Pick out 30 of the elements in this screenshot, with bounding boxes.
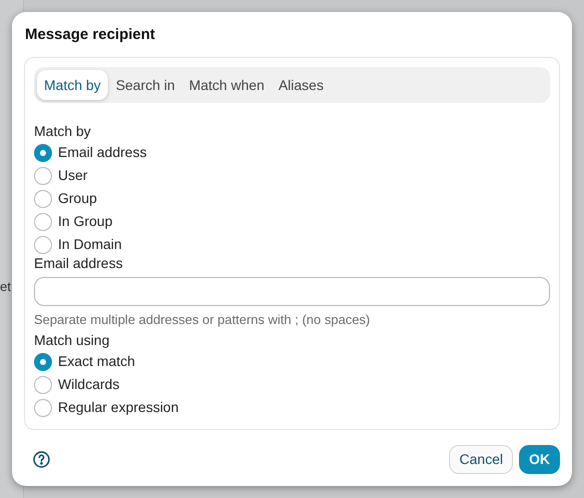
- radio-label: In Domain: [58, 235, 122, 254]
- radio-label: Exact match: [58, 352, 136, 371]
- radio-label: Regular expression: [58, 398, 179, 417]
- cancel-button[interactable]: Cancel: [449, 445, 513, 474]
- radio-button[interactable]: [34, 166, 52, 184]
- radio-button[interactable]: [34, 398, 52, 416]
- ok-button[interactable]: OK: [519, 445, 560, 474]
- radio-button[interactable]: [34, 144, 52, 162]
- background-text: et: [0, 278, 11, 296]
- radio-button[interactable]: [34, 376, 52, 394]
- radio-button[interactable]: [34, 352, 52, 370]
- tab[interactable]: Aliases: [272, 70, 330, 100]
- dialog-title: Message recipient: [25, 25, 156, 45]
- radio-label: Email address: [58, 143, 147, 162]
- help-icon[interactable]: [33, 451, 50, 468]
- section-label: Match using: [34, 331, 110, 350]
- radio-button[interactable]: [34, 190, 52, 208]
- radio-button[interactable]: [34, 212, 52, 230]
- radio-label: User: [58, 166, 88, 185]
- radio-label: Wildcards: [58, 375, 120, 394]
- field-hint: Separate multiple addresses or patterns with ; (no spaces): [34, 311, 372, 329]
- tab[interactable]: Match when: [182, 70, 270, 100]
- tab[interactable]: Search in: [110, 70, 181, 100]
- radio-label: In Group: [58, 212, 112, 231]
- email-input-field[interactable]: [34, 277, 550, 306]
- tab[interactable]: Match by: [37, 70, 108, 100]
- section-label: Match by: [34, 122, 92, 141]
- radio-button[interactable]: [34, 236, 52, 254]
- field-label: Email address: [34, 254, 124, 273]
- radio-label: Group: [58, 189, 97, 208]
